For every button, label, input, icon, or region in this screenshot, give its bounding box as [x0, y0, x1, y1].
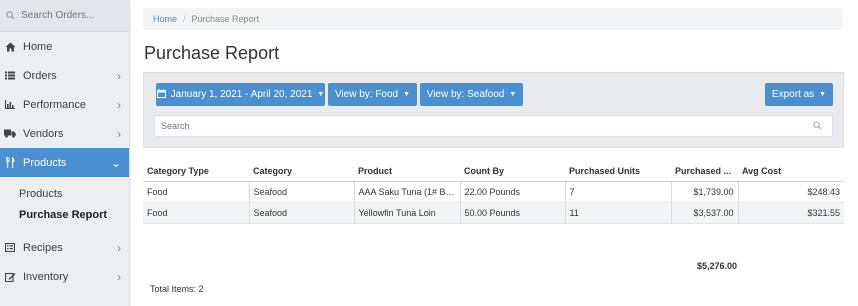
cell-count-by: 50.00 Pounds: [460, 202, 566, 223]
home-icon: [4, 42, 16, 52]
cell-count-by: 22.00 Pounds: [460, 181, 566, 202]
chevron-right-icon: ›: [117, 269, 121, 284]
sidebar-item-label: Recipes: [23, 241, 63, 254]
view-by-food-label: View by: Food: [334, 89, 399, 100]
cell-product: Yellowfin Tuna Loin: [354, 202, 461, 223]
caret-down-icon: ▼: [317, 91, 325, 98]
export-as-button[interactable]: Export as ▼: [765, 83, 833, 106]
cell-product: AAA Saku Tuna (1# BL...: [354, 181, 461, 202]
report-search-input[interactable]: [161, 121, 813, 131]
sidebar-item-performance[interactable]: Performance ›: [0, 90, 129, 119]
caret-down-icon: ▼: [509, 91, 517, 98]
filter-panel: January 1, 2021 - April 20, 2021 ▼ View …: [143, 72, 844, 148]
report-search-box: [154, 115, 833, 137]
table-row[interactable]: Food Seafood AAA Saku Tuna (1# BL... 22.…: [143, 181, 844, 202]
calendar-icon: [156, 88, 166, 101]
cell-category: Seafood: [249, 181, 355, 202]
sidebar-item-orders[interactable]: Orders ›: [0, 61, 129, 90]
column-header-category[interactable]: Category: [249, 161, 354, 182]
sidebar-subnav: Products Purchase Report: [0, 177, 129, 233]
truck-icon: [4, 129, 16, 138]
chevron-right-icon: ›: [117, 68, 121, 83]
caret-down-icon: ▼: [403, 91, 411, 98]
view-by-food-button[interactable]: View by: Food ▼: [328, 83, 417, 106]
breadcrumb-home-link[interactable]: Home: [153, 14, 177, 24]
sidebar-item-label: Inventory: [23, 270, 69, 283]
main-content: Home / Purchase Report Purchase Report J…: [131, 0, 858, 306]
cell-purchased-units: 7: [565, 181, 672, 202]
breadcrumb: Home / Purchase Report: [143, 8, 843, 30]
chevron-right-icon: ›: [117, 97, 121, 112]
chevron-right-icon: ›: [117, 126, 121, 141]
sidebar-item-recipes[interactable]: Recipes ›: [0, 233, 129, 262]
view-by-seafood-button[interactable]: View by: Seafood ▼: [420, 83, 523, 106]
page-title: Purchase Report: [144, 43, 280, 63]
grand-total: $5,276.00: [696, 261, 737, 271]
sidebar: Home Orders › Performance › Vendors › Pr…: [0, 0, 130, 306]
column-header-purchased-units[interactable]: Purchased Units: [565, 161, 671, 182]
column-header-avg-cost[interactable]: Avg Cost: [738, 161, 844, 182]
utensils-icon: [4, 157, 16, 168]
breadcrumb-current: Purchase Report: [191, 14, 260, 24]
cell-avg-cost: $248.43: [738, 181, 844, 202]
breadcrumb-separator: /: [183, 14, 186, 24]
cell-purchased-units: 11: [565, 202, 672, 223]
column-header-product[interactable]: Product: [354, 161, 460, 182]
table-header-row: Category Type Category Product Count By …: [143, 161, 844, 182]
column-header-count-by[interactable]: Count By: [460, 161, 565, 182]
column-header-purchased-total[interactable]: Purchased ...: [671, 161, 738, 182]
sidebar-item-label: Products: [23, 156, 67, 169]
cell-purchased-total: $1,739.00: [671, 181, 739, 202]
total-items: Total Items: 2: [150, 284, 204, 294]
search-icon: [6, 9, 15, 23]
edit-icon: [4, 272, 16, 282]
list-icon: [4, 71, 16, 80]
sidebar-item-vendors[interactable]: Vendors ›: [0, 119, 129, 148]
bar-chart-icon: [4, 100, 16, 109]
sidebar-item-label: Home: [23, 40, 53, 53]
purchase-report-table: Category Type Category Product Count By …: [143, 161, 844, 224]
sidebar-item-home[interactable]: Home: [0, 32, 129, 61]
view-by-seafood-label: View by: Seafood: [426, 89, 505, 100]
chevron-down-icon: ⌄: [110, 155, 121, 170]
sidebar-subitem-products[interactable]: Products: [19, 183, 129, 204]
chevron-right-icon: ›: [117, 240, 121, 255]
sidebar-item-label: Performance: [23, 98, 86, 111]
sidebar-item-label: Orders: [23, 69, 57, 82]
date-range-label: January 1, 2021 - April 20, 2021: [170, 89, 313, 100]
sidebar-item-products[interactable]: Products ⌄: [0, 148, 129, 177]
cell-avg-cost: $321.55: [738, 202, 844, 223]
sidebar-subitem-purchase-report[interactable]: Purchase Report: [19, 204, 129, 225]
date-range-button[interactable]: January 1, 2021 - April 20, 2021 ▼: [156, 83, 325, 106]
search-icon[interactable]: [813, 119, 822, 133]
cell-purchased-total: $3,537.00: [671, 202, 739, 223]
sidebar-item-label: Vendors: [23, 127, 64, 140]
cell-category-type: Food: [143, 181, 250, 202]
export-as-label: Export as: [771, 89, 815, 100]
column-header-category-type[interactable]: Category Type: [143, 161, 249, 182]
caret-down-icon: ▼: [819, 91, 827, 98]
sidebar-search[interactable]: [0, 0, 129, 32]
report-table-wrap: Category Type Category Product Count By …: [143, 161, 844, 224]
book-icon: [4, 243, 16, 252]
sidebar-item-inventory[interactable]: Inventory ›: [0, 262, 129, 291]
cell-category-type: Food: [143, 202, 250, 223]
table-row[interactable]: Food Seafood Yellowfin Tuna Loin 50.00 P…: [143, 202, 844, 223]
cell-category: Seafood: [249, 202, 355, 223]
search-orders-input[interactable]: [21, 10, 121, 21]
